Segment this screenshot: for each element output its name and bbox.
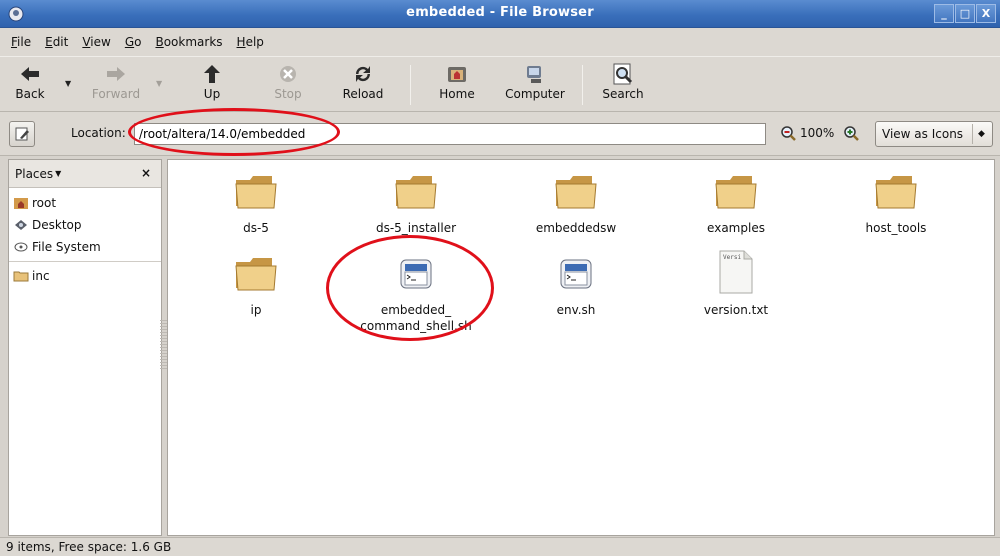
back-button[interactable]: Back (8, 61, 52, 101)
reload-icon (355, 66, 371, 82)
file-item-ds-5_installer[interactable]: ds-5_installer (346, 166, 486, 236)
toolbar: Back ▼ Forward ▼ Up Stop Reload Home Com (0, 56, 1000, 112)
search-icon (613, 63, 633, 85)
file-name: ds-5 (243, 221, 269, 235)
view-mode-value: View as Icons (882, 127, 964, 141)
file-item-examples[interactable]: examples (666, 166, 806, 236)
file-icon-view: ds-5 ds-5_installer embeddedsw examples host… (167, 159, 995, 536)
maximize-button[interactable]: □ (955, 4, 975, 23)
forward-history-arrow-icon[interactable]: ▼ (156, 79, 162, 88)
sidebar-title: Places (15, 166, 54, 181)
menu-bar: File Edit View Go Bookmarks Help (0, 28, 1000, 56)
home-button[interactable]: Home (432, 61, 482, 101)
forward-button[interactable]: Forward (86, 61, 146, 101)
file-name: ip (250, 303, 262, 317)
menu-view[interactable]: View (75, 35, 117, 49)
stop-button[interactable]: Stop (268, 61, 308, 101)
back-arrow-icon (21, 67, 39, 81)
close-button[interactable]: X (976, 4, 996, 23)
sidebar-item-inc[interactable]: inc (9, 265, 161, 287)
shell-script-icon (346, 248, 486, 294)
file-item-ip[interactable]: ip (186, 248, 326, 318)
view-mode-select[interactable]: View as Icons ◆ (875, 121, 993, 147)
file-item-embeddedsw[interactable]: embeddedsw (506, 166, 646, 236)
search-button[interactable]: Search (596, 61, 650, 101)
dropdown-arrow-icon: ▼ (55, 169, 62, 178)
file-name: embedded_ command_shell.sh (360, 303, 472, 333)
select-arrows-icon: ◆ (972, 124, 990, 144)
sidebar-item-desktop[interactable]: Desktop (9, 214, 161, 236)
file-item-ds-5[interactable]: ds-5 (186, 166, 326, 236)
zoom-in-icon[interactable] (843, 125, 859, 141)
zoom-level: 100% (800, 126, 835, 140)
file-item-env-sh[interactable]: env.sh (506, 248, 646, 318)
toolbar-separator (410, 65, 411, 105)
folder-icon (13, 268, 29, 284)
sidebar-item-file-system[interactable]: File System (9, 236, 161, 258)
sidebar-item-root[interactable]: root (9, 192, 161, 214)
menu-help[interactable]: Help (230, 35, 271, 49)
folder-icon (666, 166, 806, 212)
stop-icon (280, 66, 296, 82)
close-sidebar-icon[interactable]: × (141, 166, 151, 180)
up-arrow-icon (204, 65, 220, 83)
minimize-button[interactable]: _ (934, 4, 954, 23)
menu-edit[interactable]: Edit (38, 35, 75, 49)
back-history-arrow-icon[interactable]: ▼ (65, 79, 71, 88)
file-item-version-txt[interactable]: Versi version.txt (666, 248, 806, 318)
places-sidebar: Places ▼ × root Desktop File System inc (8, 159, 162, 536)
location-input[interactable] (134, 123, 766, 145)
computer-icon (527, 66, 541, 83)
file-item-embedded_command_shell-sh[interactable]: embedded_ command_shell.sh (346, 248, 486, 334)
folder-icon (186, 248, 326, 294)
sidebar-header[interactable]: Places ▼ × (9, 160, 161, 188)
computer-button[interactable]: Computer (500, 61, 570, 101)
home-icon (448, 67, 466, 82)
file-name: host_tools (865, 221, 927, 235)
status-bar: 9 items, Free space: 1.6 GB (0, 537, 1000, 556)
zoom-out-icon[interactable] (780, 125, 796, 141)
file-item-host_tools[interactable]: host_tools (826, 166, 966, 236)
folder-icon (506, 166, 646, 212)
toolbar-separator (582, 65, 583, 105)
toggle-location-button[interactable] (9, 121, 35, 147)
file-name: version.txt (703, 303, 769, 317)
file-name: ds-5_installer (375, 221, 457, 235)
reload-button[interactable]: Reload (336, 61, 390, 101)
svg-text:Versi: Versi (723, 254, 741, 261)
file-name: embeddedsw (535, 221, 617, 235)
folder-icon (186, 166, 326, 212)
up-button[interactable]: Up (194, 61, 230, 101)
sidebar-separator (9, 261, 161, 262)
edit-pencil-icon (15, 127, 29, 141)
forward-arrow-icon (107, 67, 125, 81)
window-title: embedded - File Browser (406, 5, 594, 20)
location-label: Location: (71, 126, 126, 140)
text-file-icon: Versi (666, 248, 806, 294)
shell-script-icon (506, 248, 646, 294)
file-name: env.sh (556, 303, 596, 317)
desktop-icon (13, 217, 29, 233)
file-name: examples (707, 221, 765, 235)
location-bar: Location: 100% View as Icons ◆ (0, 112, 1000, 156)
menu-file[interactable]: File (4, 35, 38, 49)
drive-icon (13, 239, 29, 255)
menu-go[interactable]: Go (118, 35, 149, 49)
title-bar: embedded - File Browser _ □ X (0, 0, 1000, 28)
folder-icon (346, 166, 486, 212)
home-folder-icon (13, 195, 29, 211)
menu-bookmarks[interactable]: Bookmarks (148, 35, 229, 49)
folder-icon (826, 166, 966, 212)
